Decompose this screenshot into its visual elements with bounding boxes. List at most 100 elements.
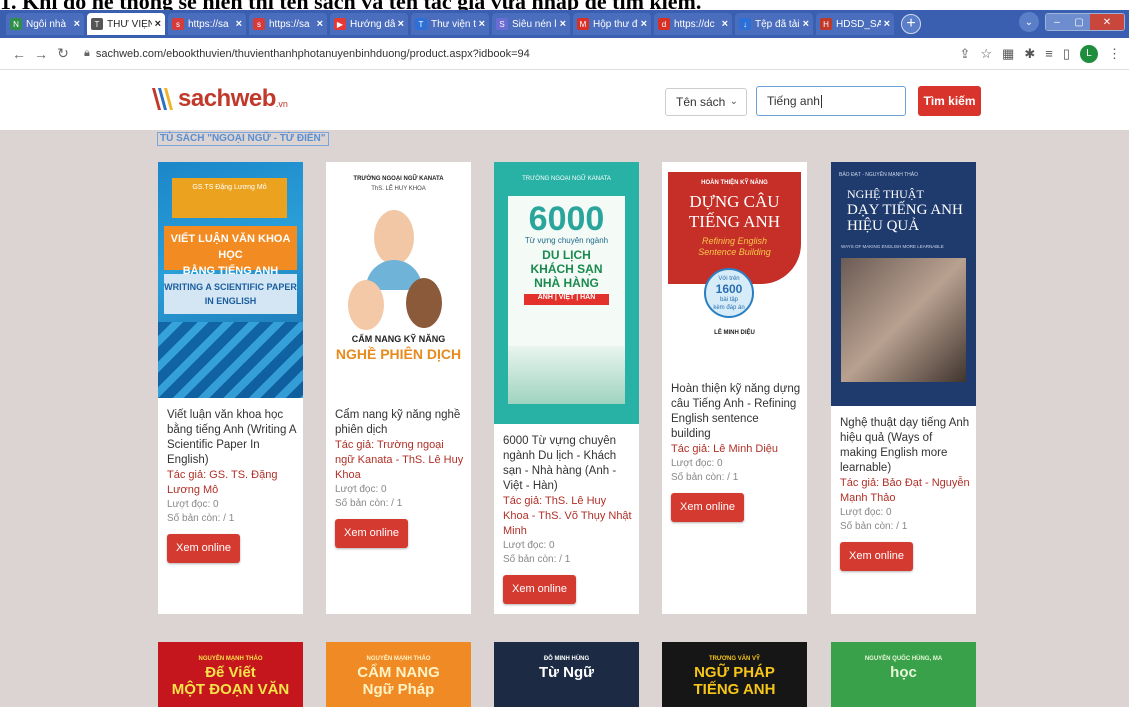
cover-text: MỘT ĐOẠN VĂN	[171, 681, 290, 698]
tab-favicon-icon: s	[172, 18, 184, 30]
view-online-button[interactable]: Xem online	[167, 534, 241, 563]
browser-tab[interactable]: s https://sa ×	[168, 13, 246, 35]
book-cover-image[interactable]: NGUYỄN MẠNH THẢO CẨM NANG Ngữ Pháp	[326, 642, 471, 707]
tab-label: https://sa	[188, 18, 229, 30]
book-title[interactable]: Nghệ thuật dạy tiếng Anh hiệu quả (Ways …	[840, 416, 970, 476]
puzzle-icon[interactable]: ✱	[1024, 46, 1035, 62]
view-online-button[interactable]: Xem online	[503, 575, 577, 604]
logo-domain: .vn	[275, 99, 288, 109]
browser-tab[interactable]: H HDSD_SA ×	[816, 13, 894, 35]
browser-tab[interactable]: d https://dc ×	[654, 13, 732, 35]
book-title[interactable]: 6000 Từ vựng chuyên ngành Du lịch - Khác…	[503, 434, 633, 494]
reading-list-icon[interactable]: ≡	[1045, 46, 1053, 61]
cover-text: NGỮ PHÁP	[694, 664, 775, 681]
cover-text: ĐỖ MINH HÙNG	[543, 656, 590, 662]
browser-tab[interactable]: T Thư viện t ×	[411, 13, 489, 35]
book-author: Tác giả: ThS. Lê Huy Khoa - ThS. Võ Thụy…	[503, 495, 632, 537]
browser-tab-bar: N Ngôi nhà × T THƯ VIỆN × s https://sa × s https:/…	[0, 10, 1129, 38]
cover-text: CẨM NANG	[357, 664, 440, 681]
tab-label: HDSD_SA	[836, 18, 881, 30]
book-title[interactable]: Viết luận văn khoa học bằng tiếng Anh (W…	[167, 408, 297, 468]
book-card: GS.TS Đặng Lương Mô VIẾT LUẬN VĂN KHOA H…	[158, 162, 303, 614]
book-cover-image[interactable]: ĐỖ MINH HÙNG Từ Ngữ	[494, 642, 639, 707]
read-count: Lượt đọc: 0	[840, 507, 892, 518]
book-cover-image[interactable]: TRƯƠNG VĂN VỸ NGỮ PHÁP TIẾNG ANH	[662, 642, 807, 707]
tab-close-icon[interactable]: ×	[803, 18, 809, 30]
logo-mark-icon	[150, 84, 178, 114]
tab-label: Siêu nén l	[512, 18, 557, 30]
read-count: Lượt đọc: 0	[335, 484, 387, 495]
browser-tab[interactable]: T THƯ VIỆN ×	[87, 13, 165, 35]
side-panel-icon[interactable]: ▯	[1063, 46, 1070, 62]
browser-tab[interactable]: N Ngôi nhà ×	[6, 13, 84, 35]
book-cover-image[interactable]: TRƯỜNG NGOẠI NGỮ KANATA 6000 Từ vựng chu…	[494, 162, 639, 424]
new-tab-button[interactable]: +	[901, 14, 921, 34]
tab-close-icon[interactable]: ×	[74, 18, 80, 30]
minimize-button[interactable]: –	[1046, 14, 1068, 30]
browser-tab[interactable]: S Siêu nén l ×	[492, 13, 570, 35]
url-field[interactable]: 🔒︎ sachweb.com/ebookthuvien/thuvienthanh…	[84, 47, 959, 60]
tab-favicon-icon: s	[253, 18, 265, 30]
book-author: Tác giả: Bảo Đạt - Nguyễn Mạnh Thảo	[840, 477, 970, 504]
sachweb-logo[interactable]: sachweb .vn	[150, 84, 288, 114]
tab-close-icon[interactable]: ×	[560, 18, 566, 30]
book-card: HOÀN THIỆN KỸ NĂNG DỰNG CÂU TIẾNG ANH Re…	[662, 162, 807, 614]
section-title[interactable]: TỦ SÁCH "NGOẠI NGỮ - TỪ ĐIỂN"	[157, 132, 329, 146]
forward-icon[interactable]: →	[30, 46, 52, 62]
tab-label: Ngôi nhà	[26, 18, 67, 30]
book-cover-image[interactable]: GS.TS Đặng Lương Mô VIẾT LUẬN VĂN KHOA H…	[158, 162, 303, 398]
tab-close-icon[interactable]: ×	[155, 18, 161, 30]
view-online-button[interactable]: Xem online	[671, 493, 745, 522]
tab-close-icon[interactable]: ×	[317, 18, 323, 30]
search-button[interactable]: Tìm kiếm	[918, 86, 981, 116]
search-input[interactable]: Tiếng anh	[756, 86, 906, 116]
bookmark-star-icon[interactable]: ☆	[980, 46, 992, 62]
browser-tab[interactable]: ↓ Tệp đã tải ×	[735, 13, 813, 35]
share-icon[interactable]: ⇪	[959, 46, 970, 62]
cover-text: TRƯƠNG VĂN VỸ	[708, 656, 761, 662]
view-online-button[interactable]: Xem online	[840, 542, 914, 571]
reload-icon[interactable]: ↻	[52, 45, 74, 62]
tab-favicon-icon: ↓	[739, 18, 751, 30]
browser-tab[interactable]: M Hộp thư đ ×	[573, 13, 651, 35]
book-title[interactable]: Hoàn thiện kỹ năng dựng câu Tiếng Anh - …	[671, 382, 801, 442]
view-online-button[interactable]: Xem online	[335, 519, 409, 548]
site-header: sachweb .vn Tên sách ⌄ Tiếng anh Tìm kiế…	[0, 70, 1129, 130]
book-card: TRƯỜNG NGOẠI NGỮ KANATA ThS. LÊ HUY KHOA…	[326, 162, 471, 614]
book-author: Tác giả: Trường ngoại ngữ Kanata - ThS. …	[335, 439, 464, 481]
cover-text: Từ Ngữ	[538, 664, 595, 681]
search-type-select[interactable]: Tên sách ⌄	[665, 88, 747, 116]
tab-close-icon[interactable]: ×	[884, 18, 890, 30]
tab-close-icon[interactable]: ×	[398, 18, 404, 30]
read-count: Lượt đọc: 0	[503, 540, 555, 551]
book-card: BẢO ĐẠT - NGUYỄN MẠNH THẢO NGHỆ THUẬT DẠY…	[831, 162, 976, 614]
book-cover-image[interactable]: NGUYỄN QUỐC HÙNG, MA học	[831, 642, 976, 707]
browser-tab[interactable]: s https://sa ×	[249, 13, 327, 35]
book-cover-image[interactable]: HOÀN THIỆN KỸ NĂNG DỰNG CÂU TIẾNG ANH Re…	[662, 162, 807, 372]
tab-close-icon[interactable]: ×	[722, 18, 728, 30]
read-count: Lượt đọc: 0	[671, 458, 723, 469]
back-icon[interactable]: ←	[8, 46, 30, 62]
tab-search-dropdown-icon[interactable]: ⌄	[1019, 12, 1039, 32]
menu-kebab-icon[interactable]: ⋮	[1108, 46, 1121, 62]
close-window-button[interactable]: ✕	[1090, 14, 1124, 30]
copies-available: Số bản còn: / 1	[335, 498, 403, 509]
cover-text: NGUYỄN MẠNH THẢO	[366, 656, 431, 662]
lock-icon: 🔒︎	[84, 47, 90, 59]
tab-close-icon[interactable]: ×	[479, 18, 485, 30]
tab-close-icon[interactable]: ×	[236, 18, 242, 30]
browser-tab[interactable]: ▶ Hướng dẫ ×	[330, 13, 408, 35]
tab-label: https://dc	[674, 18, 715, 30]
tab-label: Hướng dẫ	[350, 18, 395, 30]
book-title[interactable]: Cẩm nang kỹ năng nghề phiên dịch	[335, 408, 465, 438]
maximize-button[interactable]: ▢	[1068, 14, 1090, 30]
tab-close-icon[interactable]: ×	[641, 18, 647, 30]
book-info: Cẩm nang kỹ năng nghề phiên dịch Tác giả:…	[335, 408, 465, 548]
book-cover-image[interactable]: NGUYỄN MẠNH THẢO Đế Viết MỘT ĐOẠN VĂN	[158, 642, 303, 707]
cover-text: Ngữ Pháp	[362, 681, 435, 698]
book-cover-image[interactable]: BẢO ĐẠT - NGUYỄN MẠNH THẢO NGHỆ THUẬT DẠY…	[831, 162, 976, 406]
profile-avatar[interactable]: L	[1080, 44, 1098, 63]
book-cover-image[interactable]: TRƯỜNG NGOẠI NGỮ KANATA ThS. LÊ HUY KHOA…	[326, 162, 471, 398]
extension-icon[interactable]: ▦	[1002, 46, 1014, 62]
book-info: Viết luận văn khoa học bằng tiếng Anh (W…	[167, 408, 297, 563]
